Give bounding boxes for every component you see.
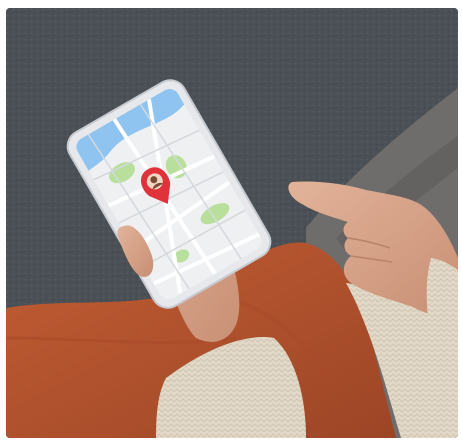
photo-frame [0,0,462,441]
photo-scene [6,8,458,438]
scene-illustration [6,8,458,438]
